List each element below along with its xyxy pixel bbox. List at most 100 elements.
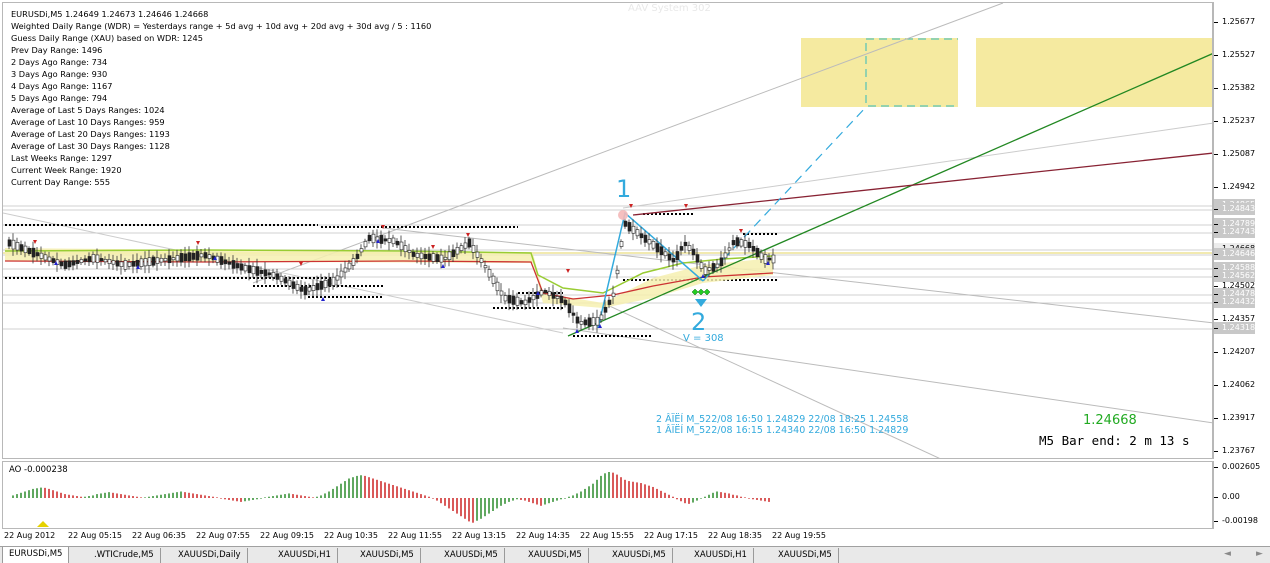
candle-body xyxy=(31,247,36,258)
tab-chart[interactable]: XAUUSDi,M5 xyxy=(522,548,589,563)
candle-body xyxy=(255,266,260,276)
candle-body xyxy=(203,252,208,259)
candle-body xyxy=(235,263,240,269)
price-chart-pane[interactable]: EURUSDi,M5 1.24649 1.24673 1.24646 1.246… xyxy=(2,2,1213,459)
candle-body xyxy=(139,258,144,267)
candle-body xyxy=(195,251,200,261)
candle-body xyxy=(619,241,624,247)
candle-body xyxy=(263,269,268,277)
candle-body xyxy=(739,239,744,247)
fractal-up xyxy=(566,269,570,273)
candle-body xyxy=(463,242,468,249)
price-tick: 1.24843 xyxy=(1214,203,1256,215)
candle-body xyxy=(343,267,348,273)
candle-body xyxy=(519,300,524,305)
candle-body xyxy=(507,295,512,304)
tab-chart[interactable]: XAUUSDi,H1 xyxy=(688,548,754,563)
time-label: 22 Aug 09:15 xyxy=(260,531,314,540)
candle-body xyxy=(71,260,76,266)
wave-marker-2 xyxy=(703,288,711,296)
price-tick: 1.24062 xyxy=(1214,379,1255,391)
candle-body xyxy=(347,262,352,270)
tab-chart[interactable]: XAUUSDi,M5 xyxy=(354,548,421,563)
candle-body xyxy=(627,222,632,232)
candle-body xyxy=(103,258,108,263)
tab-chart[interactable]: XAUUSDi,M5 xyxy=(438,548,505,563)
candle-body xyxy=(59,261,64,267)
candle-body xyxy=(387,238,392,243)
info-line: 4 Days Ago Range: 1167 xyxy=(11,81,113,91)
tab-chart[interactable]: XAUUSDi,H1 xyxy=(272,548,338,563)
candle-body xyxy=(667,253,672,261)
price-tick: 1.23767 xyxy=(1214,445,1255,457)
candle-body xyxy=(227,261,232,265)
wave-info-line-1: 1 ÂÏËÍ M_522/08 16:15 1.24340 22/08 16:5… xyxy=(656,425,909,436)
time-label: 22 Aug 06:35 xyxy=(132,531,186,540)
fractal-up xyxy=(33,240,37,244)
candle-body xyxy=(583,319,588,326)
target-gap xyxy=(958,38,976,107)
candle-body xyxy=(603,306,608,313)
candle-body xyxy=(523,299,528,306)
tab-chart[interactable]: XAUUSDi,M5 xyxy=(772,548,839,563)
info-line: Current Day Range: 555 xyxy=(11,177,111,187)
price-tick: 1.24942 xyxy=(1214,181,1255,193)
candle-body xyxy=(471,245,476,253)
candle-body xyxy=(547,291,552,296)
candle-body xyxy=(323,279,328,289)
candle-body xyxy=(303,286,308,296)
candle-body xyxy=(719,257,724,267)
price-tick: 1.25382 xyxy=(1214,82,1255,94)
candle-body xyxy=(575,316,580,324)
candle-body xyxy=(251,266,256,275)
candle-body xyxy=(207,254,212,259)
candle-body xyxy=(499,290,504,296)
candle-body xyxy=(767,257,772,261)
candle-body xyxy=(259,270,264,274)
candle-body xyxy=(47,256,52,262)
candle-body xyxy=(439,254,444,263)
candle-body xyxy=(759,252,764,260)
candle-body xyxy=(399,241,404,251)
wave-volume: V = 308 xyxy=(683,333,724,344)
tab-chart[interactable]: .WTICrude,M5 xyxy=(88,548,161,563)
ao-pane[interactable]: AO -0.000238 xyxy=(2,461,1213,529)
price-axis[interactable]: 1.25677 1.25527 1.25382 1.25237 1.25087 1.249… xyxy=(1213,2,1270,459)
time-marker-icon xyxy=(37,521,49,527)
candle-body xyxy=(715,263,720,268)
candle-body xyxy=(295,283,300,291)
candle-body xyxy=(455,246,460,255)
candle-body xyxy=(351,258,356,266)
candle-body xyxy=(11,239,16,250)
candle-body xyxy=(515,296,520,306)
candle-body xyxy=(683,241,688,247)
candle-body xyxy=(615,269,620,275)
candle-body xyxy=(631,225,636,234)
candle-body xyxy=(99,258,104,262)
candle-body xyxy=(511,295,516,305)
time-label: 22 Aug 2012 xyxy=(4,531,56,540)
candle-body xyxy=(475,251,480,258)
tab-chart[interactable]: XAUUSDi,M5 xyxy=(606,548,673,563)
ao-tick-low: -0.00198 xyxy=(1214,515,1258,527)
tab-chart[interactable]: XAUUSDi,Daily xyxy=(172,548,248,563)
candle-body xyxy=(123,260,128,270)
candle-body xyxy=(427,253,432,261)
tab-prev-icon[interactable]: ◄ xyxy=(1224,549,1231,559)
candle-body xyxy=(359,248,364,253)
candle-body xyxy=(711,263,716,272)
candle-body xyxy=(327,278,332,287)
candle-body xyxy=(431,253,436,262)
tab-chart[interactable]: EURUSDi,M5 xyxy=(2,547,70,563)
candle-body xyxy=(531,295,536,301)
candle-body xyxy=(407,250,412,253)
candle-body xyxy=(87,256,92,263)
fractal-down xyxy=(441,264,445,268)
candle-body xyxy=(275,273,280,280)
candle-body xyxy=(635,229,640,237)
wave-marker-2 xyxy=(697,288,705,296)
candle-body xyxy=(443,256,448,260)
tab-next-icon[interactable]: ► xyxy=(1256,549,1263,559)
fan-line xyxy=(3,212,564,334)
candle-body xyxy=(451,249,456,258)
